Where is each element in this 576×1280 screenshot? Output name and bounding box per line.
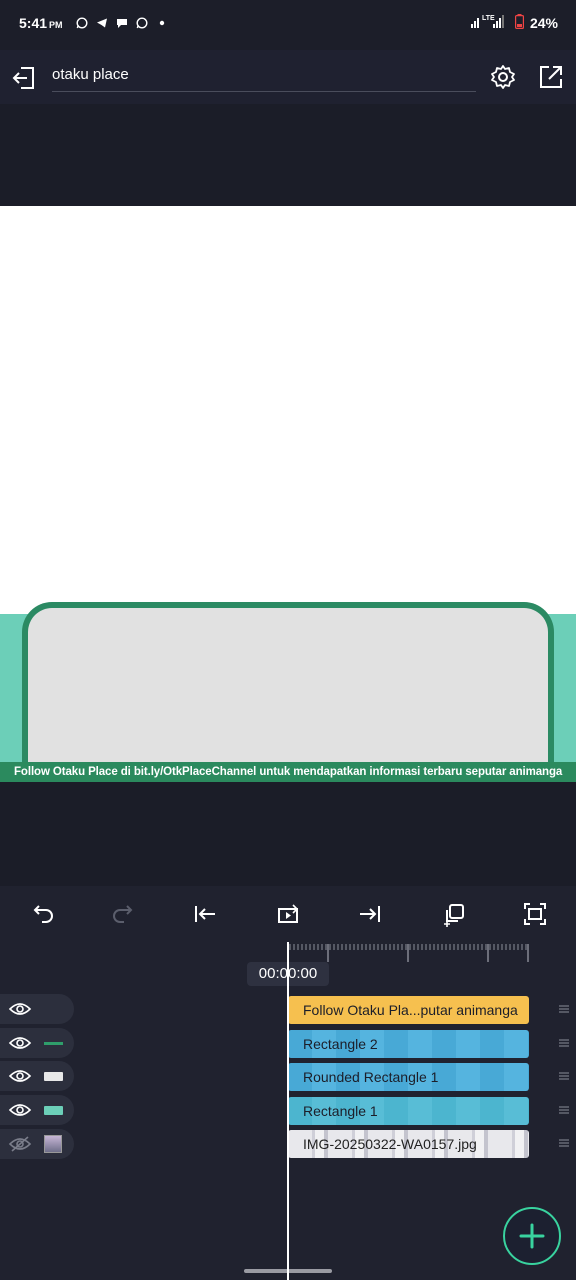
status-time-value: 5:41: [19, 15, 48, 31]
dot-icon: [156, 16, 168, 28]
editor-toolbar: [0, 886, 576, 942]
duplicate-button[interactable]: [440, 900, 468, 928]
rounded-rectangle-1-shape[interactable]: [22, 602, 554, 782]
project-title: otaku place: [52, 66, 129, 83]
export-button[interactable]: [537, 63, 565, 91]
eye-icon[interactable]: [8, 1102, 32, 1118]
timeline-clip-rounded-rectangle-1[interactable]: Rounded Rectangle 1: [288, 1063, 529, 1091]
drag-handle-icon[interactable]: [559, 1105, 569, 1115]
layer-swatch: [44, 1105, 63, 1115]
timeline-clip-rectangle-2[interactable]: Rectangle 2: [288, 1030, 529, 1058]
play-loop-icon: [278, 904, 299, 923]
drag-handle-icon[interactable]: [559, 1038, 569, 1048]
duplicate-icon: [444, 904, 464, 927]
add-layer-button[interactable]: [503, 1207, 561, 1265]
layer-control-rectangle-1: [0, 1095, 74, 1125]
timeline-ruler[interactable]: [288, 942, 532, 964]
chat-bubble-icon: [116, 16, 128, 28]
drag-handle-icon[interactable]: [559, 1004, 569, 1014]
skip-end-icon: [360, 906, 380, 922]
preview-background-top: [0, 104, 576, 206]
undo-icon: [33, 905, 53, 923]
plus-icon: [519, 1223, 545, 1249]
telegram-icon: [96, 16, 108, 28]
status-time: 5:41 PM: [19, 15, 63, 31]
skip-start-icon: [195, 906, 215, 922]
eye-hidden-icon[interactable]: [8, 1136, 32, 1152]
crop-frame-icon: [524, 903, 546, 925]
drag-handle-icon[interactable]: [559, 1071, 569, 1081]
preview-background-bottom: [0, 782, 576, 886]
timeline-clip-image[interactable]: IMG-20250322-WA0157.jpg: [288, 1130, 529, 1158]
jump-to-start-button[interactable]: [191, 900, 219, 928]
eye-icon[interactable]: [8, 1001, 32, 1017]
gear-icon: [491, 65, 515, 89]
project-title-field[interactable]: otaku place: [52, 66, 476, 92]
layer-control-text: [0, 994, 74, 1024]
undo-button[interactable]: [28, 900, 56, 928]
battery-percent: 24%: [529, 15, 558, 31]
layer-control-rounded-rectangle-1: [0, 1061, 74, 1091]
canvas-preview[interactable]: [0, 206, 576, 782]
battery-icon: [514, 14, 524, 32]
redo-icon: [113, 905, 133, 923]
eye-icon[interactable]: [8, 1035, 32, 1051]
notification-icons: [76, 16, 168, 29]
status-ampm: PM: [49, 20, 63, 30]
ticker-text[interactable]: Follow Otaku Place di bit.ly/OtkPlaceCha…: [0, 762, 576, 782]
whatsapp-icon: [136, 16, 148, 29]
exit-button[interactable]: [8, 62, 40, 94]
layer-control-rectangle-2: [0, 1028, 74, 1058]
layer-swatch: [44, 1041, 63, 1045]
drag-handle-icon[interactable]: [559, 1138, 569, 1148]
exit-icon: [12, 67, 34, 89]
settings-button[interactable]: [489, 63, 517, 91]
fit-frame-button[interactable]: [521, 900, 549, 928]
timeline-clip-text[interactable]: Follow Otaku Pla...putar animanga: [288, 996, 529, 1024]
status-bar: 5:41 PM LTE 24%: [0, 0, 576, 50]
redo-button[interactable]: [110, 900, 138, 928]
playhead[interactable]: [287, 942, 289, 1280]
play-loop-button[interactable]: [274, 900, 302, 928]
jump-to-end-button[interactable]: [356, 900, 384, 928]
network-label: LTE: [481, 15, 495, 22]
layer-swatch: [44, 1071, 63, 1081]
layer-control-image: [0, 1129, 74, 1159]
image-thumbnail: [44, 1135, 62, 1153]
eye-icon[interactable]: [8, 1068, 32, 1084]
whatsapp-icon: [76, 16, 88, 29]
timeline-clip-rectangle-1[interactable]: Rectangle 1: [288, 1097, 529, 1125]
export-icon: [540, 66, 562, 88]
status-indicators: LTE 24%: [470, 14, 558, 32]
